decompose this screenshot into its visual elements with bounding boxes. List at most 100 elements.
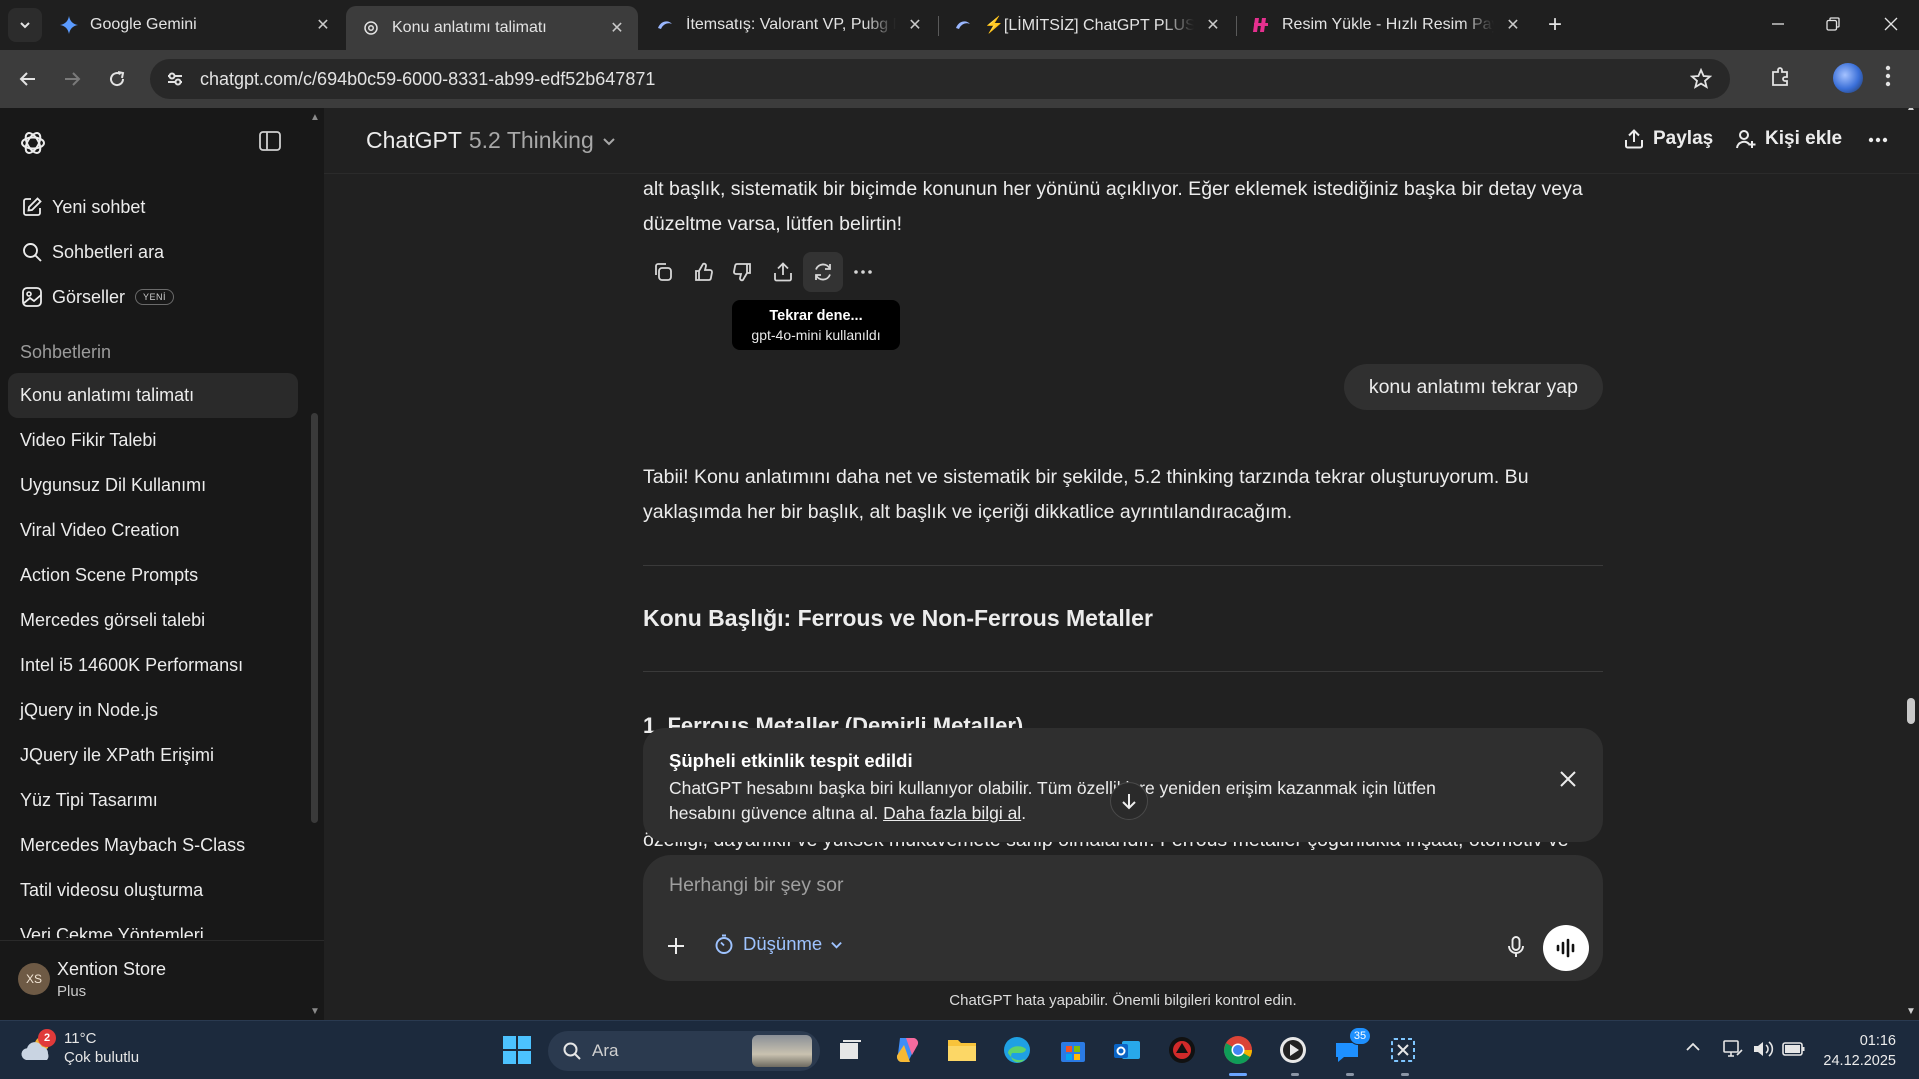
tab-limitsiz-chatgpt[interactable]: ⚡[LİMİTSİZ] ChatGPT PLUS 5.2 ✕ xyxy=(938,6,1234,44)
bookmark-star-icon[interactable] xyxy=(1689,67,1713,95)
share-button[interactable]: Paylaş xyxy=(1623,128,1713,150)
clock-time: 01:16 xyxy=(1859,1033,1896,1049)
close-tab-icon[interactable]: ✕ xyxy=(1202,14,1224,36)
thinking-mode-button[interactable]: Düşünme xyxy=(713,933,843,955)
share-icon xyxy=(1623,128,1645,150)
notification-badge: 35 xyxy=(1349,1027,1371,1045)
dictate-button[interactable] xyxy=(1505,935,1527,964)
media-player-button[interactable] xyxy=(1276,1033,1310,1067)
security-app-button[interactable] xyxy=(1165,1033,1199,1067)
add-person-label: Kişi ekle xyxy=(1765,128,1843,149)
close-tab-icon[interactable]: ✕ xyxy=(606,17,628,39)
image-icon xyxy=(20,285,44,309)
more-options-icon[interactable] xyxy=(1868,130,1888,148)
chat-history-item[interactable]: Uygunsuz Dil Kullanımı xyxy=(8,463,298,508)
taskbar-search[interactable]: Ara xyxy=(548,1031,820,1071)
restore-button[interactable] xyxy=(1813,8,1853,40)
new-chat-button[interactable]: Yeni sohbet xyxy=(20,192,145,222)
tab-search-button[interactable] xyxy=(8,8,42,42)
sidebar-toggle-icon[interactable] xyxy=(258,130,282,157)
reload-button[interactable] xyxy=(101,63,133,95)
chat-history-item[interactable]: JQuery ile XPath Erişimi xyxy=(8,733,298,778)
chat-history-item[interactable]: Tatil videosu oluşturma xyxy=(8,868,298,913)
chat-history-item[interactable]: Mercedes görseli talebi xyxy=(8,598,298,643)
site-settings-icon[interactable] xyxy=(162,66,188,92)
chat-history-item[interactable]: jQuery in Node.js xyxy=(8,688,298,733)
chat-history-item[interactable]: Konu anlatımı talimatı xyxy=(8,373,298,418)
chat-history-item[interactable]: Viral Video Creation xyxy=(8,508,298,553)
browser-menu-icon[interactable] xyxy=(1885,64,1891,93)
close-tab-icon[interactable]: ✕ xyxy=(904,14,926,36)
tab-konu-anlatimi[interactable]: Konu anlatımı talimatı ✕ xyxy=(346,6,638,50)
images-button[interactable]: Görseller YENİ xyxy=(20,282,175,312)
page-scroll-up-icon[interactable]: ▲ xyxy=(1904,108,1918,113)
search-chats-button[interactable]: Sohbetleri ara xyxy=(20,237,164,267)
copy-button[interactable] xyxy=(643,252,683,292)
copilot-button[interactable] xyxy=(890,1033,924,1067)
sidebar-scroll-up-icon[interactable]: ▲ xyxy=(309,112,321,124)
page-scrollbar[interactable] xyxy=(1907,698,1915,724)
chat-history-item[interactable]: Yüz Tipi Tasarımı xyxy=(8,778,298,823)
copilot-icon xyxy=(897,1038,919,1062)
new-tab-button[interactable]: + xyxy=(1540,10,1570,40)
volume-icon[interactable] xyxy=(1752,1039,1774,1064)
chat-history-item[interactable]: Intel i5 14600K Performansı xyxy=(8,643,298,688)
close-icon xyxy=(1884,17,1898,31)
start-button[interactable] xyxy=(500,1033,534,1067)
close-alert-icon[interactable] xyxy=(1559,770,1577,793)
share-icon xyxy=(774,262,792,282)
extensions-icon[interactable] xyxy=(1769,65,1793,94)
thinking-label: Düşünme xyxy=(743,933,823,954)
sidebar-scrollbar[interactable] xyxy=(311,413,318,823)
attach-button[interactable] xyxy=(665,935,687,962)
model-selector[interactable]: ChatGPT 5.2 Thinking xyxy=(366,127,616,154)
system-clock[interactable]: 01:16 24.12.2025 xyxy=(1818,1031,1896,1071)
messenger-button[interactable]: 35 xyxy=(1331,1027,1371,1067)
snipping-tool-button[interactable] xyxy=(1386,1033,1420,1067)
minimize-icon xyxy=(1772,23,1784,25)
close-tab-icon[interactable]: ✕ xyxy=(312,14,334,36)
forward-button[interactable] xyxy=(56,63,88,95)
address-bar[interactable]: chatgpt.com/c/694b0c59-6000-8331-ab99-ed… xyxy=(150,59,1730,99)
page-scroll-down-icon[interactable]: ▼ xyxy=(1904,1006,1918,1017)
tab-google-gemini[interactable]: Google Gemini ✕ xyxy=(44,6,344,44)
close-window-button[interactable] xyxy=(1871,8,1911,40)
file-explorer-button[interactable] xyxy=(945,1033,979,1067)
scroll-to-bottom-button[interactable] xyxy=(1110,782,1148,820)
chatgpt-logo-icon[interactable] xyxy=(18,128,48,158)
weather-widget[interactable]: 2 11°C Çok bulutlu xyxy=(20,1029,139,1067)
chat-history-item[interactable]: Veri Çekme Yöntemleri xyxy=(8,913,298,938)
battery-icon[interactable] xyxy=(1782,1039,1806,1064)
tab-resim-yukle[interactable]: Resim Yükle - Hızlı Resim Paylaş ✕ xyxy=(1236,6,1534,44)
microsoft-store-button[interactable] xyxy=(1056,1033,1090,1067)
user-menu[interactable]: XS Xention Store Plus xyxy=(0,940,324,1020)
more-actions-button[interactable] xyxy=(843,252,883,292)
user-plan: Plus xyxy=(57,983,87,1000)
chrome-button[interactable] xyxy=(1221,1033,1255,1067)
edge-button[interactable] xyxy=(1000,1033,1034,1067)
voice-mode-button[interactable] xyxy=(1543,925,1589,971)
thumbs-up-button[interactable] xyxy=(683,252,723,292)
network-icon[interactable] xyxy=(1722,1039,1744,1064)
windows-taskbar: 2 11°C Çok bulutlu Ara 35 01:16 24.12.20… xyxy=(0,1020,1919,1079)
chat-history-item[interactable]: Action Scene Prompts xyxy=(8,553,298,598)
back-button[interactable] xyxy=(12,63,44,95)
chat-history-item[interactable]: Mercedes Maybach S-Class xyxy=(8,823,298,868)
tab-itemsatis[interactable]: İtemsatış: Valorant VP, Pubg Mobile ✕ xyxy=(640,6,936,44)
retry-button[interactable] xyxy=(803,252,843,292)
add-person-button[interactable]: Kişi ekle xyxy=(1735,128,1842,150)
outlook-icon xyxy=(1114,1041,1140,1059)
show-hidden-icons-chevron-icon[interactable] xyxy=(1685,1039,1701,1060)
outlook-button[interactable] xyxy=(1110,1033,1144,1067)
thumbs-down-button[interactable] xyxy=(723,252,763,292)
search-chats-label: Sohbetleri ara xyxy=(52,241,165,262)
close-tab-icon[interactable]: ✕ xyxy=(1502,14,1524,36)
learn-more-link[interactable]: Daha fazla bilgi al xyxy=(883,803,1021,823)
message-input[interactable]: Herhangi bir şey sor xyxy=(669,874,844,897)
task-view-button[interactable] xyxy=(833,1033,867,1067)
search-highlight-image xyxy=(752,1035,812,1067)
minimize-button[interactable] xyxy=(1758,8,1798,40)
profile-avatar[interactable] xyxy=(1833,63,1863,93)
share-message-button[interactable] xyxy=(763,252,803,292)
chat-history-item[interactable]: Video Fikir Talebi xyxy=(8,418,298,463)
